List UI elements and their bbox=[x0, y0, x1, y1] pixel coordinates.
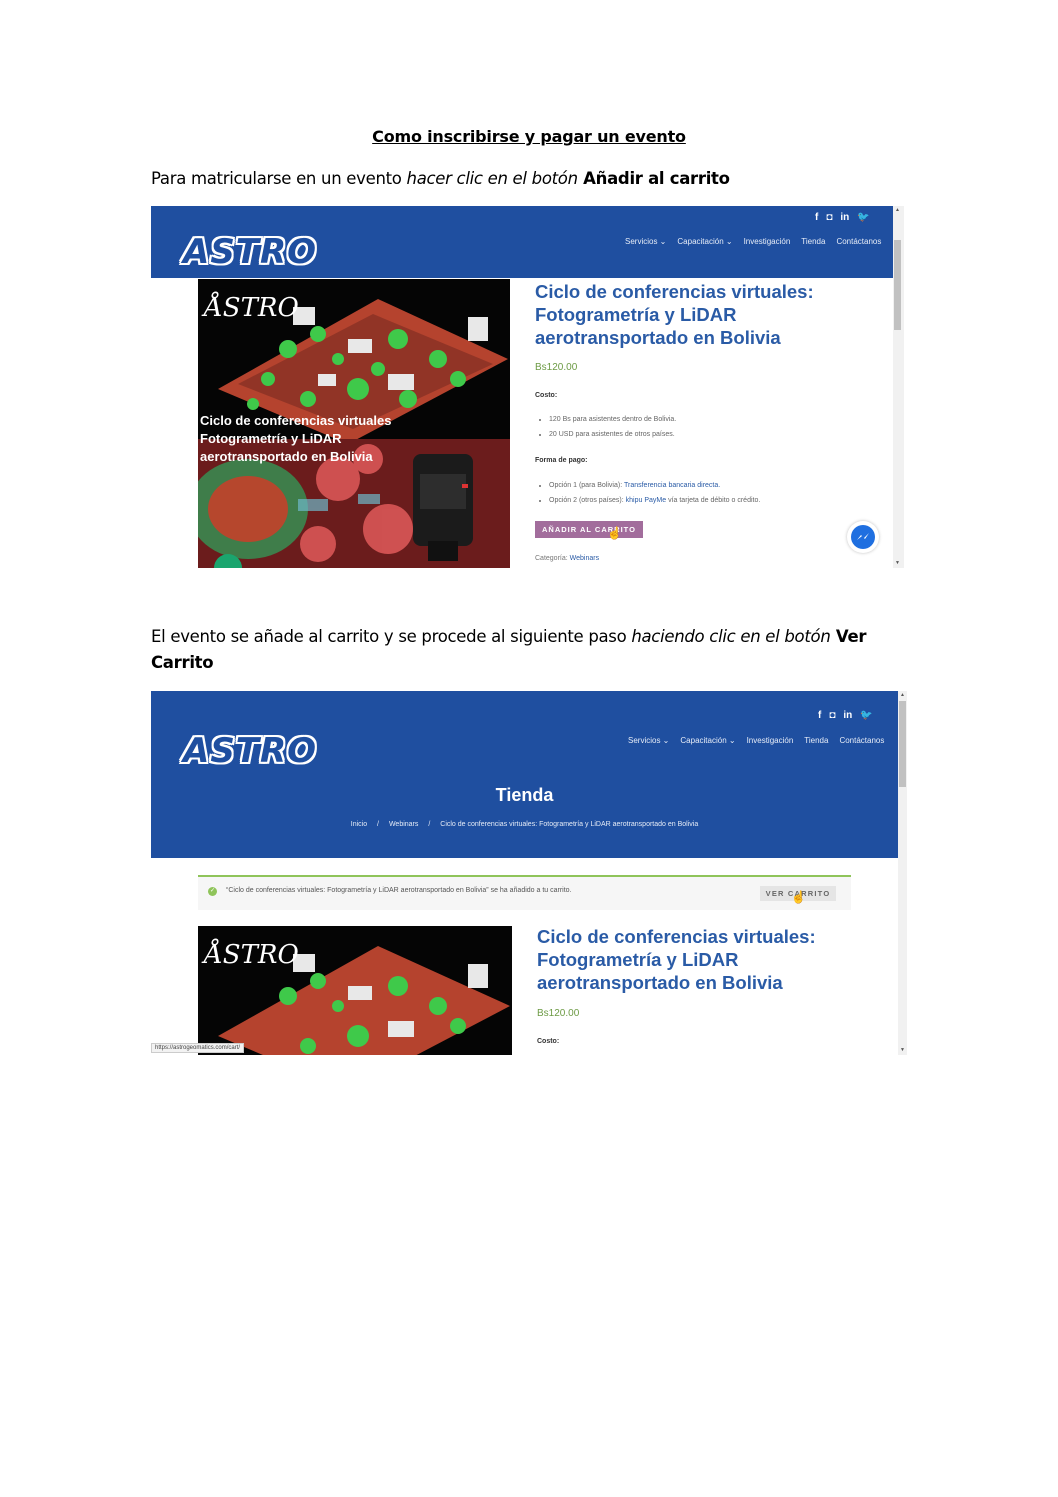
list-item: Opción 2 (otros países): khipu PayMe vía… bbox=[549, 493, 760, 508]
main-nav: Servicios ⌄ Capacitación ⌄ Investigación… bbox=[628, 736, 884, 745]
product-image[interactable]: ÅSTRO Ciclo de conferencias virtuales Fo… bbox=[198, 279, 510, 568]
instagram-icon[interactable]: ◘ bbox=[829, 710, 835, 721]
image-caption-line: aerotransportado en Bolivia bbox=[200, 449, 373, 464]
check-icon: ✓ bbox=[208, 887, 217, 896]
social-icons: f ◘ in 🐦 bbox=[815, 212, 870, 223]
list-item: 20 USD para asistentes de otros países. bbox=[549, 427, 676, 442]
astro-logo[interactable]: ASTRO bbox=[183, 731, 317, 771]
khipu-link[interactable]: khipu PayMe bbox=[626, 497, 666, 504]
nav-contactanos[interactable]: Contáctanos bbox=[839, 736, 884, 745]
nav-servicios[interactable]: Servicios ⌄ bbox=[625, 237, 666, 246]
breadcrumb: Inicio / Webinars / Ciclo de conferencia… bbox=[151, 821, 898, 828]
payment-option-text: vía tarjeta de débito o crédito. bbox=[666, 497, 761, 504]
breadcrumb-current: Ciclo de conferencias virtuales: Fotogra… bbox=[440, 821, 699, 828]
page-scrollbar[interactable]: ▲ ▼ bbox=[898, 691, 907, 1055]
bank-transfer-link[interactable]: Transferencia bancaria directa. bbox=[624, 482, 720, 489]
scroll-down-icon[interactable]: ▼ bbox=[895, 560, 900, 566]
para1-italic: hacer clic en el botón bbox=[406, 169, 579, 188]
payment-option-text: Opción 1 (para Bolivia): bbox=[549, 482, 624, 489]
hand-cursor-icon: ☝ bbox=[607, 526, 622, 540]
cost-list: 120 Bs para asistentes dentro de Bolivia… bbox=[535, 412, 676, 442]
nav-capacitacion[interactable]: Capacitación ⌄ bbox=[677, 237, 732, 246]
site-header: ASTRO f ◘ in 🐦 Servicios ⌄ Capacitación … bbox=[151, 206, 893, 278]
product-title: Ciclo de conferencias virtuales: Fotogra… bbox=[537, 926, 816, 993]
payment-option-text: Opción 2 (otros países): bbox=[549, 497, 626, 504]
category: Categoría: Webinars bbox=[535, 555, 599, 562]
breadcrumb-separator: / bbox=[428, 821, 431, 828]
page-scrollbar[interactable]: ▲ ▼ bbox=[893, 206, 904, 568]
nav-investigacion[interactable]: Investigación bbox=[747, 736, 794, 745]
payment-label: Forma de pago: bbox=[535, 457, 588, 464]
site-header: ASTRO f ◘ in 🐦 Servicios ⌄ Capacitación … bbox=[151, 691, 898, 858]
image-caption: Ciclo de conferencias virtuales Fotogram… bbox=[200, 412, 391, 466]
scroll-thumb[interactable] bbox=[894, 240, 901, 330]
breadcrumb-webinars[interactable]: Webinars bbox=[389, 821, 418, 828]
para1-text: Para matricularse en un evento bbox=[151, 169, 407, 188]
list-item: 120 Bs para asistentes dentro de Bolivia… bbox=[549, 412, 676, 427]
product-title: Ciclo de conferencias virtuales: Fotogra… bbox=[535, 281, 814, 348]
screenshot-view-cart: ASTRO f ◘ in 🐦 Servicios ⌄ Capacitación … bbox=[151, 691, 907, 1055]
twitter-icon[interactable]: 🐦 bbox=[857, 212, 869, 223]
linkedin-icon[interactable]: in bbox=[840, 212, 849, 223]
cart-notice: ✓ “Ciclo de conferencias virtuales: Foto… bbox=[198, 875, 851, 910]
add-to-cart-button[interactable]: AÑADIR AL CARRITO bbox=[535, 521, 643, 538]
image-caption-line: Fotogrametría y LiDAR bbox=[200, 431, 342, 446]
payment-list: Opción 1 (para Bolivia): Transferencia b… bbox=[535, 478, 760, 508]
nav-tienda[interactable]: Tienda bbox=[801, 237, 825, 246]
instruction-paragraph-2: El evento se añade al carrito y se proce… bbox=[151, 624, 911, 676]
screenshot-add-to-cart: ASTRO f ◘ in 🐦 Servicios ⌄ Capacitación … bbox=[151, 206, 904, 568]
facebook-icon[interactable]: f bbox=[818, 710, 821, 721]
product-price: Bs120.00 bbox=[537, 1008, 580, 1019]
social-icons: f ◘ in 🐦 bbox=[818, 710, 873, 721]
scroll-up-icon[interactable]: ▲ bbox=[900, 692, 905, 698]
product-price: Bs120.00 bbox=[535, 362, 578, 373]
hand-cursor-icon: ☝ bbox=[791, 890, 806, 904]
nav-contactanos[interactable]: Contáctanos bbox=[836, 237, 881, 246]
breadcrumb-separator: / bbox=[377, 821, 379, 828]
nav-servicios[interactable]: Servicios ⌄ bbox=[628, 736, 669, 745]
para2-text: El evento se añade al carrito y se proce… bbox=[151, 627, 632, 646]
nav-tienda[interactable]: Tienda bbox=[804, 736, 828, 745]
shop-title: Tienda bbox=[495, 785, 554, 805]
linkedin-icon[interactable]: in bbox=[843, 710, 852, 721]
astro-logo[interactable]: ASTRO bbox=[183, 232, 317, 272]
nav-capacitacion[interactable]: Capacitación ⌄ bbox=[680, 736, 735, 745]
category-label: Categoría: bbox=[535, 555, 570, 562]
para1-bold: Añadir al carrito bbox=[577, 169, 730, 188]
image-caption-line: Ciclo de conferencias virtuales bbox=[200, 413, 392, 428]
nav-investigacion[interactable]: Investigación bbox=[744, 237, 791, 246]
scroll-up-icon[interactable]: ▲ bbox=[895, 207, 900, 213]
astro-image-mark: ÅSTRO bbox=[204, 293, 299, 323]
notice-text: “Ciclo de conferencias virtuales: Fotogr… bbox=[226, 887, 572, 894]
document-title: Como inscribirse y pagar un evento bbox=[372, 127, 686, 146]
instagram-icon[interactable]: ◘ bbox=[826, 212, 832, 223]
breadcrumb-inicio[interactable]: Inicio bbox=[351, 821, 367, 828]
scroll-down-icon[interactable]: ▼ bbox=[900, 1047, 905, 1053]
cost-label: Costo: bbox=[537, 1038, 560, 1045]
category-link[interactable]: Webinars bbox=[570, 555, 599, 562]
main-nav: Servicios ⌄ Capacitación ⌄ Investigación… bbox=[625, 237, 881, 246]
product-image[interactable]: ÅSTRO bbox=[198, 926, 512, 1055]
facebook-icon[interactable]: f bbox=[815, 212, 818, 223]
instruction-paragraph-1: Para matricularse en un evento hacer cli… bbox=[151, 166, 911, 192]
twitter-icon[interactable]: 🐦 bbox=[860, 710, 872, 721]
status-bar-url: https://astrogeomatics.com/cart/ bbox=[151, 1043, 245, 1053]
cost-label: Costo: bbox=[535, 392, 558, 399]
messenger-chat-button[interactable] bbox=[847, 521, 879, 553]
messenger-icon bbox=[851, 525, 875, 549]
para2-italic: haciendo clic en el botón bbox=[631, 627, 831, 646]
astro-image-mark: ÅSTRO bbox=[204, 940, 299, 970]
scroll-thumb[interactable] bbox=[899, 701, 906, 787]
list-item: Opción 1 (para Bolivia): Transferencia b… bbox=[549, 478, 760, 493]
